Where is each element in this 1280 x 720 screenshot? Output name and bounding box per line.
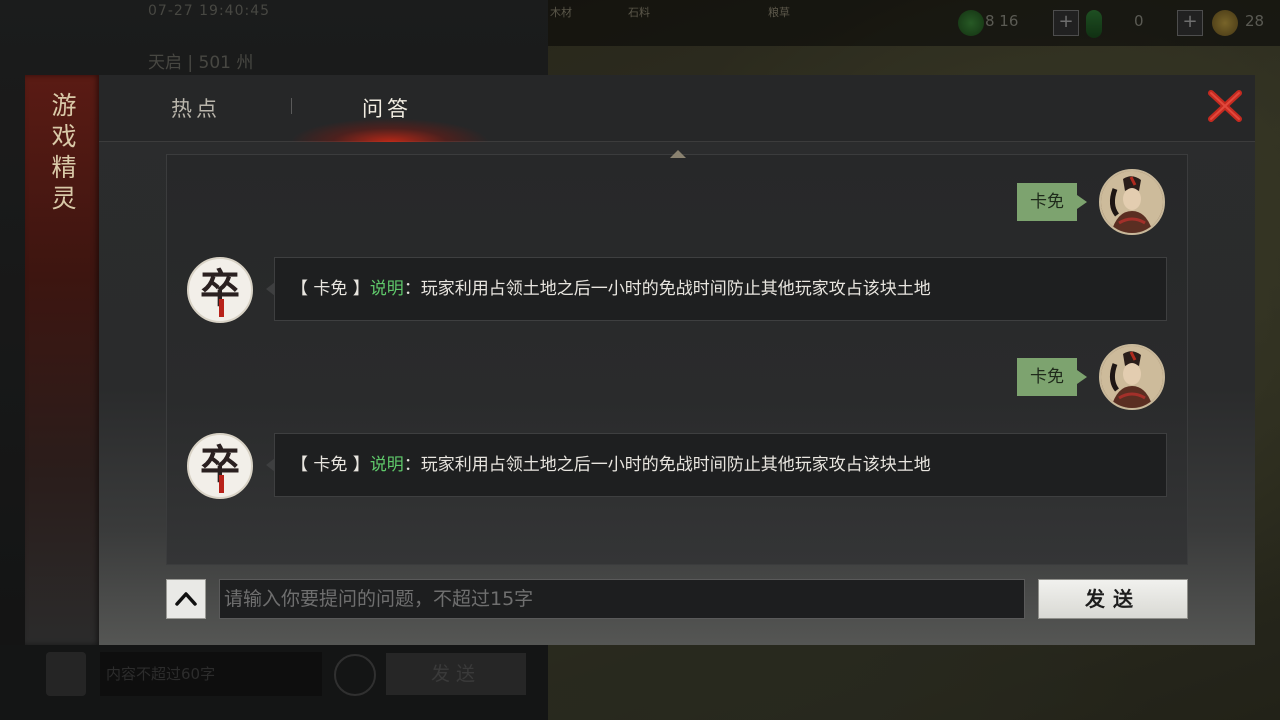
tab-hot-topics[interactable]: 热点 bbox=[171, 93, 221, 123]
tab-qa[interactable]: 问答 bbox=[362, 93, 412, 123]
assistant-answer-bubble: 【 卡免 】说明：玩家利用占领土地之后一小时的免战时间防止其他玩家攻占该块土地 bbox=[266, 433, 1167, 497]
player-avatar bbox=[1099, 344, 1165, 410]
close-button[interactable] bbox=[1206, 87, 1244, 125]
expand-button[interactable] bbox=[166, 579, 206, 619]
player-avatar bbox=[1099, 169, 1165, 235]
answer-keyword: 【 卡免 】 bbox=[291, 279, 370, 299]
question-input[interactable] bbox=[219, 579, 1025, 619]
tab-divider bbox=[291, 98, 292, 114]
answer-text: ：玩家利用占领土地之后一小时的免战时间防止其他玩家攻占该块土地 bbox=[403, 279, 931, 299]
user-message-bubble: 卡免 bbox=[1017, 358, 1087, 396]
answer-highlight: 说明 bbox=[369, 279, 404, 299]
sidebar-title: 游戏精灵 bbox=[51, 91, 77, 213]
close-icon bbox=[1208, 90, 1242, 122]
answer-text: ：玩家利用占领土地之后一小时的免战时间防止其他玩家攻占该块土地 bbox=[403, 455, 931, 475]
scroll-up-indicator-icon bbox=[670, 150, 686, 158]
chevron-up-icon bbox=[175, 592, 197, 606]
user-message-bubble: 卡免 bbox=[1017, 183, 1087, 221]
assistant-avatar-brush-stroke bbox=[219, 299, 224, 317]
answer-keyword: 【 卡免 】 bbox=[291, 455, 370, 475]
player-portrait-icon bbox=[1101, 171, 1163, 233]
assistant-avatar-icon: 卒 bbox=[187, 433, 253, 499]
player-portrait-icon bbox=[1101, 346, 1163, 408]
send-button[interactable]: 发送 bbox=[1038, 579, 1188, 619]
answer-highlight: 说明 bbox=[369, 455, 404, 475]
assistant-avatar-brush-stroke bbox=[219, 475, 224, 493]
panel-header bbox=[99, 75, 1255, 142]
assistant-answer-bubble: 【 卡免 】说明：玩家利用占领土地之后一小时的免战时间防止其他玩家攻占该块土地 bbox=[266, 257, 1167, 321]
assistant-avatar-icon: 卒 bbox=[187, 257, 253, 323]
